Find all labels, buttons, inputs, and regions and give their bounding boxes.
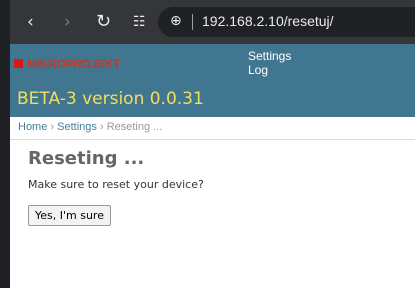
site-title: BETA-3 version 0.0.31: [17, 89, 204, 109]
address-url[interactable]: 192.168.2.10/resetuj/: [202, 13, 334, 29]
breadcrumb-current: Reseting ...: [106, 121, 163, 133]
user-tools: Settings Log: [248, 49, 291, 77]
browser-toolbar: ‹ › ↻ ☷ ⊕ 192.168.2.10/resetuj/: [0, 0, 415, 44]
confirm-reset-button[interactable]: Yes, I'm sure: [28, 205, 111, 226]
page-title: Reseting ...: [28, 148, 145, 169]
site-info-icon[interactable]: ⊕: [170, 13, 182, 29]
forward-icon[interactable]: ›: [64, 12, 71, 32]
apps-icon[interactable]: ☷: [133, 12, 146, 32]
breadcrumb-settings-link[interactable]: Settings: [57, 121, 97, 133]
log-link[interactable]: Log: [248, 63, 291, 77]
breadcrumb-separator: ›: [99, 121, 104, 133]
address-bar[interactable]: ⊕ 192.168.2.10/resetuj/: [158, 7, 415, 37]
back-icon[interactable]: ‹: [27, 12, 34, 32]
logo-text: MIKROPROJEKT: [27, 57, 121, 71]
reload-icon[interactable]: ↻: [96, 12, 111, 32]
site-header: MIKROPROJEKT Settings Log BETA-3 version…: [10, 44, 415, 117]
breadcrumb-separator: ›: [50, 121, 55, 133]
window-frame-edge: [0, 0, 10, 288]
settings-link[interactable]: Settings: [248, 49, 291, 63]
site-logo[interactable]: MIKROPROJEKT: [14, 57, 142, 73]
logo-mark-icon: [14, 59, 23, 68]
confirm-message: Make sure to reset your device?: [28, 178, 204, 191]
address-separator: [192, 14, 193, 30]
breadcrumb-home-link[interactable]: Home: [18, 121, 47, 133]
breadcrumb: Home › Settings › Reseting ...: [10, 117, 415, 140]
